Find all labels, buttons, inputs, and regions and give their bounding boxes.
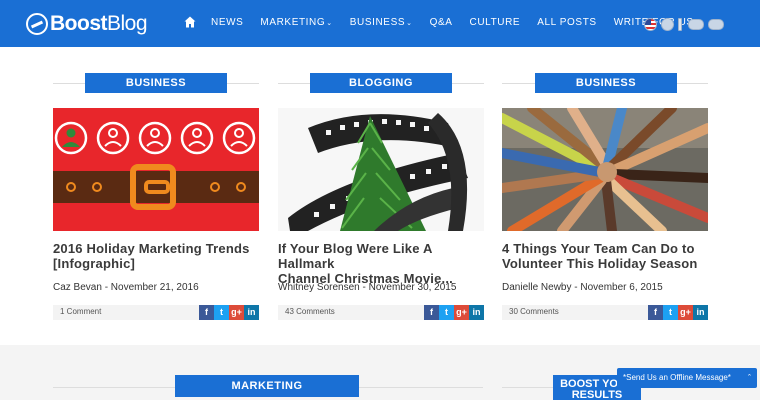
marketing-section-badge[interactable]: Marketing bbox=[175, 375, 359, 397]
comment-count[interactable]: 1 Comment bbox=[60, 307, 101, 316]
nav-marketing-label: Marketing bbox=[260, 16, 326, 28]
language-flag-icon[interactable] bbox=[661, 18, 674, 31]
chevron-up-icon: ˆ bbox=[748, 373, 751, 383]
post-title[interactable]: 4 Things Your Team Can Do to Volunteer T… bbox=[502, 241, 712, 271]
post-title-line: 4 Things Your Team Can Do to bbox=[502, 241, 695, 256]
main-nav: News Marketing⌄ Business⌄ Q&A Culture Al… bbox=[184, 16, 711, 28]
logo-mark-icon bbox=[26, 13, 48, 35]
twitter-share-icon[interactable]: t bbox=[439, 305, 454, 320]
post-meta: Whitney Sorensen - November 30, 2015 bbox=[278, 282, 457, 293]
post-title-line: Volunteer This Holiday Season bbox=[502, 256, 698, 271]
comment-count[interactable]: 43 Comments bbox=[285, 307, 335, 316]
share-buttons: f t g+ in bbox=[424, 305, 484, 320]
post-title-line: If Your Blog Were Like A Hallmark bbox=[278, 241, 433, 271]
share-buttons: f t g+ in bbox=[648, 305, 708, 320]
post-meta: Caz Bevan - November 21, 2016 bbox=[53, 282, 199, 293]
chevron-down-icon: ⌄ bbox=[326, 19, 333, 27]
us-flag-icon[interactable] bbox=[644, 18, 657, 31]
linkedin-share-icon[interactable]: in bbox=[469, 305, 484, 320]
post-title-line: [Infographic] bbox=[53, 256, 136, 271]
post-title[interactable]: If Your Blog Were Like A Hallmark Channe… bbox=[278, 241, 488, 286]
language-flag-icon[interactable] bbox=[708, 19, 724, 30]
twitter-share-icon[interactable]: t bbox=[663, 305, 678, 320]
site-header: BoostBlog News Marketing⌄ Business⌄ Q&A … bbox=[0, 0, 760, 47]
nav-all-posts[interactable]: All Posts bbox=[537, 17, 597, 28]
google-plus-share-icon[interactable]: g+ bbox=[229, 305, 244, 320]
featured-posts: Business bbox=[0, 47, 760, 345]
twitter-share-icon[interactable]: t bbox=[214, 305, 229, 320]
facebook-share-icon[interactable]: f bbox=[424, 305, 439, 320]
post-footer: 1 Comment f t g+ in bbox=[53, 305, 259, 320]
category-badge[interactable]: Business bbox=[535, 73, 677, 93]
language-flag-icon[interactable] bbox=[678, 18, 682, 31]
share-buttons: f t g+ in bbox=[199, 305, 259, 320]
google-plus-share-icon[interactable]: g+ bbox=[678, 305, 693, 320]
nav-qa[interactable]: Q&A bbox=[430, 17, 453, 28]
post-title-line: 2016 Holiday Marketing Trends bbox=[53, 241, 250, 256]
linkedin-share-icon[interactable]: in bbox=[244, 305, 259, 320]
post-meta: Danielle Newby - November 6, 2015 bbox=[502, 282, 663, 293]
post-footer: 30 Comments f t g+ in bbox=[502, 305, 708, 320]
nav-culture[interactable]: Culture bbox=[470, 17, 521, 28]
site-logo[interactable]: BoostBlog bbox=[26, 12, 148, 36]
post-thumbnail[interactable] bbox=[278, 108, 484, 231]
facebook-share-icon[interactable]: f bbox=[648, 305, 663, 320]
nav-marketing[interactable]: Marketing⌄ bbox=[260, 17, 332, 28]
google-plus-share-icon[interactable]: g+ bbox=[454, 305, 469, 320]
post-thumbnail[interactable] bbox=[53, 108, 259, 231]
logo-bold-text: Boost bbox=[50, 12, 108, 35]
offline-message-button[interactable]: *Send Us an Offline Message* ˆ bbox=[617, 368, 757, 388]
chat-label: *Send Us an Offline Message* bbox=[623, 373, 731, 382]
logo-thin-text: Blog bbox=[107, 12, 148, 35]
linkedin-share-icon[interactable]: in bbox=[693, 305, 708, 320]
chevron-down-icon: ⌄ bbox=[406, 19, 413, 27]
comment-count[interactable]: 30 Comments bbox=[509, 307, 559, 316]
language-selector bbox=[644, 18, 728, 31]
home-icon[interactable] bbox=[184, 16, 196, 28]
facebook-share-icon[interactable]: f bbox=[199, 305, 214, 320]
language-flag-icon[interactable] bbox=[688, 19, 704, 30]
category-badge[interactable]: Business bbox=[85, 73, 227, 93]
post-footer: 43 Comments f t g+ in bbox=[278, 305, 484, 320]
post-thumbnail[interactable] bbox=[502, 108, 708, 231]
nav-business-label: Business bbox=[349, 16, 406, 28]
category-badge[interactable]: Blogging bbox=[310, 73, 452, 93]
nav-news[interactable]: News bbox=[211, 17, 243, 28]
post-title[interactable]: 2016 Holiday Marketing Trends [Infograph… bbox=[53, 241, 263, 271]
nav-business[interactable]: Business⌄ bbox=[350, 17, 413, 28]
